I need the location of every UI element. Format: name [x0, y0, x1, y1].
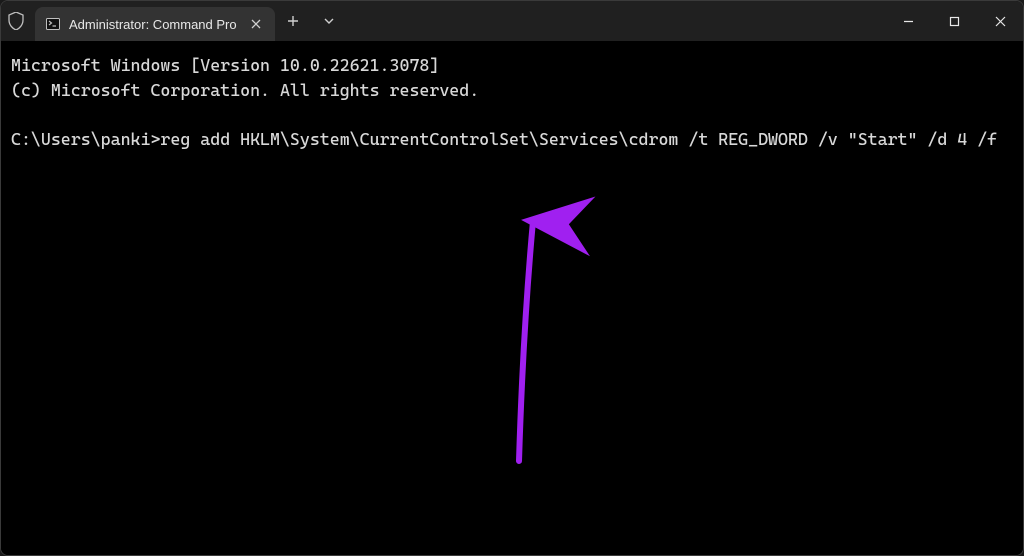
prompt: C:\Users\panki>: [11, 129, 160, 149]
new-tab-button[interactable]: [275, 1, 311, 41]
annotation-arrow: [451, 186, 571, 502]
output-line: Microsoft Windows [Version 10.0.22621.30…: [11, 55, 439, 75]
tab-title: Administrator: Command Pro: [69, 17, 239, 32]
tab-actions: [275, 1, 347, 41]
titlebar: Administrator: Command Pro: [1, 1, 1023, 41]
close-button[interactable]: [977, 1, 1023, 41]
terminal-content[interactable]: Microsoft Windows [Version 10.0.22621.30…: [1, 41, 1023, 555]
terminal-icon: [45, 16, 61, 32]
shield-icon: [7, 11, 25, 31]
terminal-window: Administrator: Command Pro: [0, 0, 1024, 556]
titlebar-left: [1, 1, 29, 41]
output-line: (c) Microsoft Corporation. All rights re…: [11, 80, 479, 100]
active-tab[interactable]: Administrator: Command Pro: [35, 7, 275, 41]
minimize-button[interactable]: [885, 1, 931, 41]
tab-close-button[interactable]: [247, 15, 265, 33]
window-controls: [885, 1, 1023, 41]
maximize-button[interactable]: [931, 1, 977, 41]
tab-dropdown-button[interactable]: [311, 1, 347, 41]
command-text: reg add HKLM\System\CurrentControlSet\Se…: [160, 129, 997, 149]
titlebar-spacer[interactable]: [347, 1, 885, 41]
